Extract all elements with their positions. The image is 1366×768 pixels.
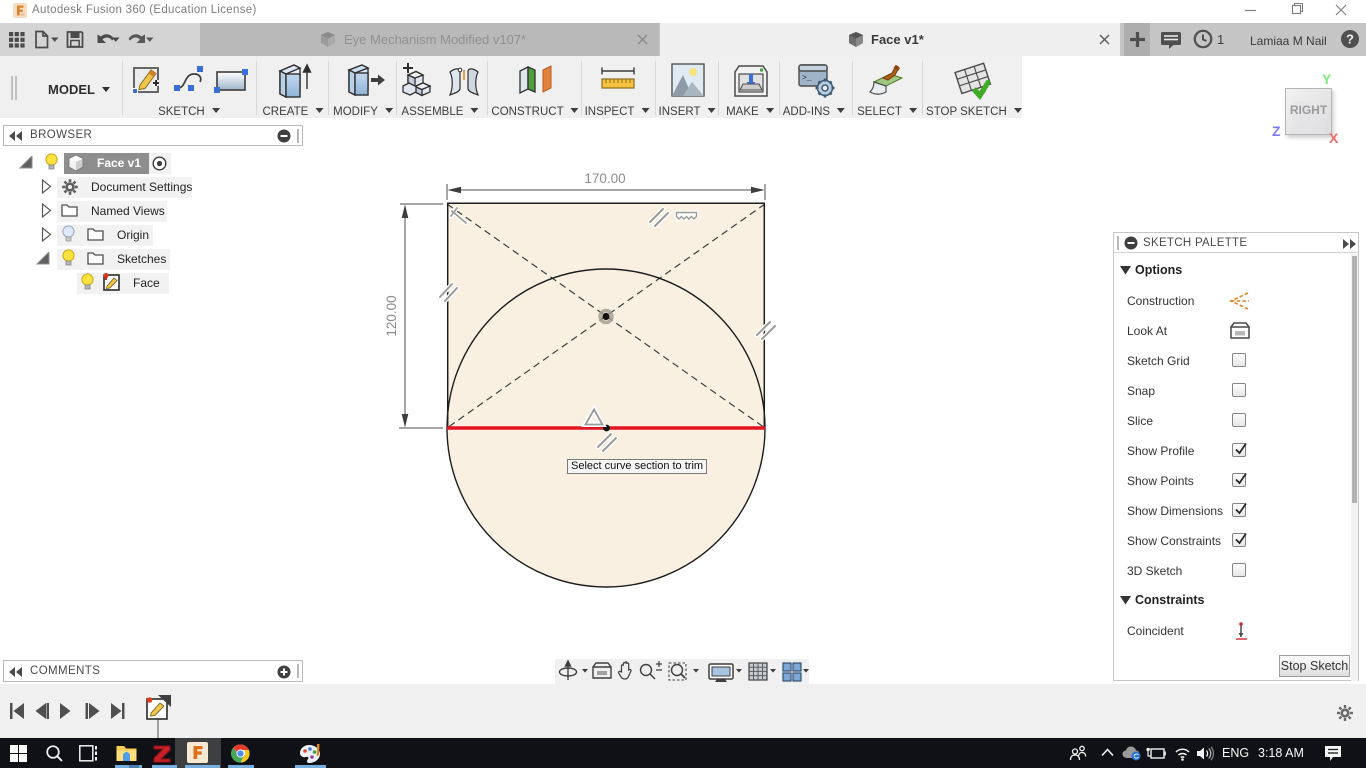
svg-text:120.00: 120.00	[384, 295, 399, 336]
svg-text:?: ?	[1346, 32, 1354, 47]
svg-text:170.00: 170.00	[584, 171, 625, 186]
svg-text:>_: >_	[802, 74, 812, 83]
